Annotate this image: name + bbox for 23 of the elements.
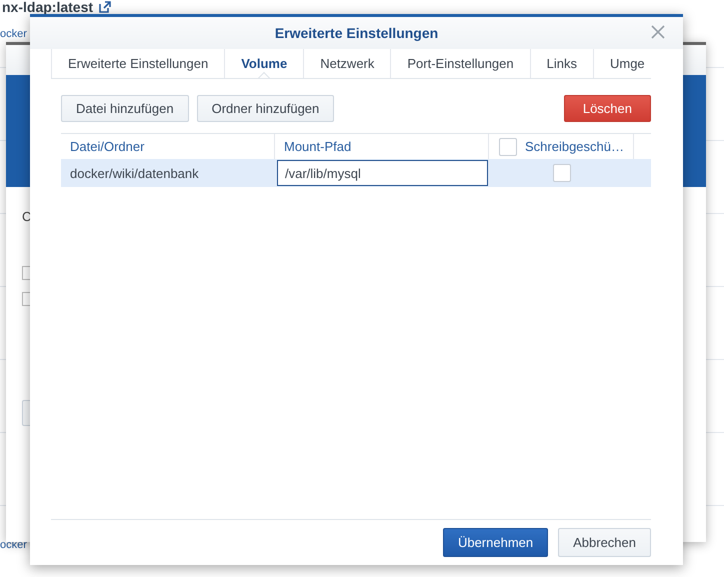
column-header[interactable]: Mount-Pfad bbox=[284, 139, 352, 154]
tab[interactable]: Links bbox=[530, 49, 593, 78]
add-button[interactable]: Datei hinzufügen bbox=[61, 95, 189, 122]
tab[interactable]: Erweiterte Einstellungen bbox=[51, 49, 224, 78]
checkbox[interactable] bbox=[499, 138, 517, 156]
column-header[interactable]: Datei/Ordner bbox=[70, 139, 144, 154]
apply-button[interactable]: Übernehmen bbox=[442, 528, 548, 557]
item-title: nx-ldap:latest bbox=[2, 0, 94, 14]
tab[interactable]: Port-Einstellungen bbox=[390, 49, 530, 78]
table-cell-text: docker/wiki/datenbank bbox=[69, 164, 200, 182]
external-link-icon[interactable] bbox=[99, 1, 112, 13]
dialog-title: Erweiterte Einstellungen bbox=[274, 25, 438, 41]
tab[interactable]: Netzwerk bbox=[303, 49, 390, 78]
mount-path-field[interactable]: /var/lib/mysql bbox=[277, 160, 488, 186]
add-button[interactable]: Ordner hinzufügen bbox=[196, 95, 334, 122]
close-button[interactable] bbox=[651, 25, 665, 39]
delete-button[interactable]: Löschen bbox=[564, 95, 651, 122]
cancel-button[interactable]: Abbrechen bbox=[558, 528, 651, 557]
column-header[interactable]: Schreibgeschü… bbox=[525, 139, 624, 154]
table-row[interactable]: docker/wiki/datenbank /var/lib/mysql bbox=[61, 159, 651, 187]
tab[interactable]: Umge bbox=[592, 49, 651, 78]
window-text: C bbox=[22, 209, 32, 224]
checkbox[interactable] bbox=[552, 164, 570, 182]
